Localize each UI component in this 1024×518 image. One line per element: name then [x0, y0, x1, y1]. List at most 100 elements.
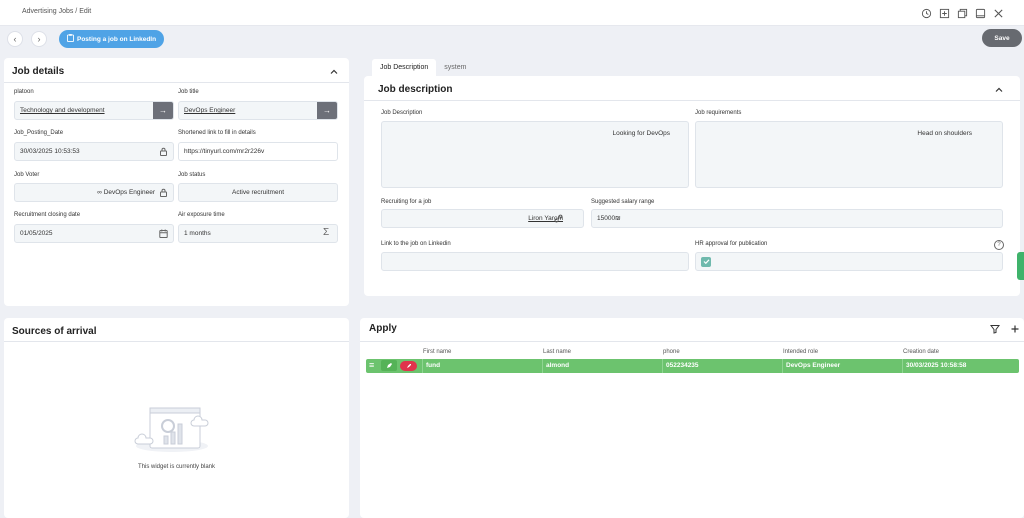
sources-title: Sources of arrival	[12, 326, 97, 337]
job-status-label: Job status	[178, 172, 206, 178]
tab-job-description[interactable]: Job Description	[372, 59, 437, 76]
cell-phone: 052234235	[666, 362, 699, 369]
linkedin-link-label: Link to the job on Linkedin	[381, 241, 451, 247]
hr-approval-field	[695, 252, 1003, 271]
job-status-field[interactable]: Active recruitment	[178, 183, 338, 202]
cell-separator	[662, 359, 663, 373]
salary-value: 15000₪	[597, 215, 621, 222]
chevron-right-icon: ›	[37, 34, 41, 44]
description-value: Looking for DevOps	[612, 130, 670, 137]
divider	[4, 341, 349, 342]
requirements-value: Head on shoulders	[917, 130, 972, 137]
hr-approval-label: HR approval for publication	[695, 241, 768, 247]
back-button[interactable]: ‹	[7, 31, 23, 47]
divider	[4, 82, 349, 83]
salary-field[interactable]: 15000₪	[591, 209, 1003, 228]
chevron-up-icon[interactable]	[329, 67, 339, 77]
column-creation-date[interactable]: Creation date	[903, 349, 939, 355]
job-description-panel: Job description Job Description Looking …	[364, 76, 1020, 296]
cell-intended-role: DevOps Engineer	[786, 362, 841, 369]
link-icon[interactable]	[554, 214, 563, 225]
chevron-left-icon: ‹	[13, 34, 17, 44]
arrow-right-icon[interactable]: →	[317, 102, 337, 119]
toolbar: ‹ › Posting a job on LinkedIn Save	[0, 26, 1024, 54]
empty-widget-text: This widget is currently blank	[137, 464, 216, 470]
clipboard-icon	[67, 34, 74, 44]
job-description-title: Job description	[378, 84, 453, 95]
apply-title: Apply	[369, 323, 397, 334]
cell-separator	[542, 359, 543, 373]
rocket-icon[interactable]	[400, 361, 417, 371]
cell-creation-date: 30/03/2025 10:58:58	[906, 362, 967, 369]
divider	[364, 100, 1020, 101]
short-link-value[interactable]: https://tinyurl.com/mr2r226v	[184, 148, 264, 155]
add-square-icon[interactable]	[938, 7, 950, 19]
chevron-up-icon[interactable]	[994, 85, 1004, 95]
posting-date-value: 30/03/2025 10:53:53	[20, 148, 80, 155]
platoon-value[interactable]: Technology and development	[20, 107, 105, 114]
job-voter-field: ∞ DevOps Engineer	[14, 183, 174, 202]
requirements-textarea[interactable]: Head on shoulders	[695, 121, 1003, 188]
breadcrumb[interactable]: Advertising Jobs / Edit	[22, 8, 91, 15]
empty-widget-illustration-icon	[132, 402, 212, 456]
calendar-icon[interactable]	[159, 229, 168, 238]
short-link-label: Shortened link to fill in details	[178, 130, 256, 136]
cell-separator	[422, 359, 423, 373]
sigma-icon: Σ	[323, 227, 330, 238]
recruiting-for-label: Recruiting for a job	[381, 199, 432, 205]
add-icon[interactable]	[1010, 324, 1020, 336]
table-row[interactable]: ≡ fund almond 052234235 DevOps Engineer …	[366, 359, 1019, 373]
tab-system[interactable]: system	[436, 59, 474, 76]
platoon-field[interactable]: Technology and development →	[14, 101, 174, 120]
save-button[interactable]: Save	[982, 29, 1022, 47]
lock-icon	[159, 147, 168, 156]
sources-panel: Sources of arrival This widget is curren…	[4, 318, 349, 518]
exposure-field: 1 months Σ	[178, 224, 338, 243]
job-title-field[interactable]: DevOps Engineer →	[178, 101, 338, 120]
edit-icon[interactable]	[381, 360, 397, 371]
post-linkedin-button[interactable]: Posting a job on LinkedIn	[59, 30, 165, 48]
closing-date-value: 01/05/2025	[20, 230, 53, 237]
job-details-title: Job details	[12, 66, 65, 77]
job-details-panel: Job details platoon Technology and devel…	[4, 58, 349, 306]
hr-approval-checkbox[interactable]	[701, 256, 711, 267]
cell-separator	[782, 359, 783, 373]
exposure-value: 1 months	[184, 230, 211, 237]
linkedin-link-field[interactable]	[381, 252, 689, 271]
column-last-name[interactable]: Last name	[543, 349, 571, 355]
description-textarea[interactable]: Looking for DevOps	[381, 121, 689, 188]
recruiting-for-field[interactable]: Liron Yarom	[381, 209, 584, 228]
salary-label: Suggested salary range	[591, 199, 655, 205]
column-phone[interactable]: phone	[663, 349, 680, 355]
column-first-name[interactable]: First name	[423, 349, 451, 355]
filter-icon[interactable]	[990, 324, 1000, 336]
close-icon[interactable]	[992, 7, 1004, 19]
job-voter-label: Job Voter	[14, 172, 40, 178]
help-icon[interactable]: ?	[994, 240, 1004, 250]
platoon-label: platoon	[14, 89, 34, 95]
description-label: Job Description	[381, 110, 423, 116]
cell-first-name: fund	[426, 362, 441, 369]
window-controls	[920, 7, 1004, 19]
drag-handle-icon[interactable]: ≡	[369, 360, 374, 370]
requirements-label: Job requirements	[695, 110, 742, 116]
posting-date-label: Job_Posting_Date	[14, 130, 64, 136]
window-icon[interactable]	[974, 7, 986, 19]
copy-icon[interactable]	[956, 7, 968, 19]
posting-date-field: 30/03/2025 10:53:53	[14, 142, 174, 161]
cell-last-name: almond	[546, 362, 570, 369]
side-handle[interactable]	[1017, 252, 1024, 280]
tab-bar: Job Description system	[372, 59, 474, 76]
closing-date-field[interactable]: 01/05/2025	[14, 224, 174, 243]
divider	[360, 341, 1024, 342]
job-title-value[interactable]: DevOps Engineer	[184, 107, 235, 114]
table-header: First name Last name phone Intended role…	[366, 348, 1020, 358]
arrow-right-icon[interactable]: →	[153, 102, 173, 119]
top-bar: Advertising Jobs / Edit	[0, 0, 1024, 26]
closing-date-label: Recruitment closing date	[14, 212, 81, 218]
history-icon[interactable]	[920, 7, 932, 19]
forward-button[interactable]: ›	[31, 31, 47, 47]
column-intended-role[interactable]: Intended role	[783, 349, 818, 355]
job-title-label: Job title	[178, 89, 199, 95]
short-link-field[interactable]: https://tinyurl.com/mr2r226v	[178, 142, 338, 161]
